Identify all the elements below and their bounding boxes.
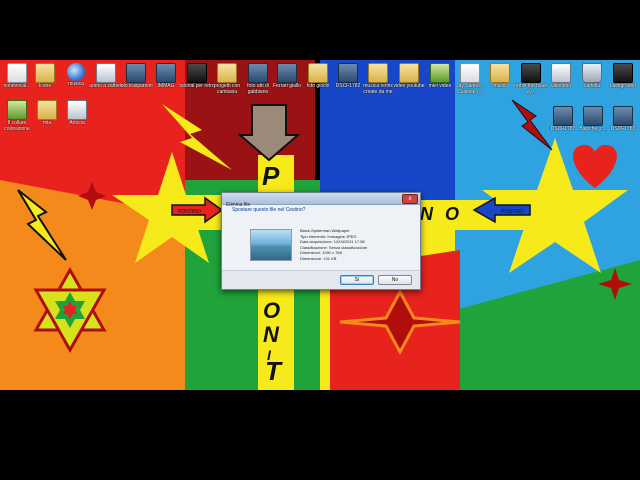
no-button[interactable]: No: [378, 275, 412, 285]
media-icon: [613, 63, 633, 83]
file-thumbnail: [250, 229, 292, 261]
photo-icon: [248, 63, 268, 83]
dialog-question: Spostare questo file nel Cestino?: [232, 207, 306, 213]
file-icon: [7, 63, 27, 83]
detail-date: Data acquisizione: 12/04/2011 17:58: [300, 239, 365, 244]
yes-button[interactable]: Sì: [340, 275, 374, 285]
file-icon: [460, 63, 480, 83]
folder-icon: [399, 63, 419, 83]
wallpaper-letter-o: O: [263, 298, 280, 323]
globe-icon: [67, 63, 85, 81]
arrow-label-right: PONTINO: [178, 209, 201, 215]
file-details: Black-Spiderman-Wallpaper Tipo elemento:…: [300, 228, 367, 261]
green-icon: [7, 100, 27, 120]
desktop-icon-label: Articoa: [69, 120, 85, 126]
folder-icon: [308, 63, 328, 83]
desktop-icon[interactable]: DSCF1783: [603, 106, 640, 132]
photo-icon: [338, 63, 358, 83]
green-icon: [430, 63, 450, 83]
wallpaper-letter-p: P: [262, 161, 280, 191]
app-icon: [67, 100, 87, 120]
photo-icon: [583, 106, 603, 126]
arrow-label-left: PONTINO: [501, 209, 524, 215]
dialog-close-button[interactable]: x: [402, 194, 418, 204]
dialog-titlebar[interactable]: Elimina file x: [222, 193, 420, 208]
desktop-icon[interactable]: Articoa: [57, 100, 97, 126]
app-icon: [96, 63, 116, 83]
photo-icon: [613, 106, 633, 126]
photo-icon: [156, 63, 176, 83]
folder-icon: [490, 63, 510, 83]
wallpaper-letter-n2: N: [420, 204, 434, 224]
folder-icon: [217, 63, 237, 83]
desktop-icon-label: DSCF1783: [610, 126, 636, 132]
dialog-button-bar: Sì No: [222, 270, 420, 289]
wallpaper-letter-n: N: [263, 322, 280, 347]
folder-icon: [368, 63, 388, 83]
bin-icon: [582, 63, 602, 83]
media-icon: [187, 63, 207, 83]
app-icon: [551, 63, 571, 83]
folder-icon: [37, 100, 57, 120]
delete-file-dialog: Elimina file x Spostare questo file nel …: [221, 192, 421, 290]
wallpaper-letter-o2: O: [445, 204, 459, 224]
photo-icon: [553, 106, 573, 126]
desktop-icon-label: background: [609, 83, 637, 89]
photo-icon: [277, 63, 297, 83]
folder-icon: [35, 63, 55, 83]
detail-size: Dimensione: 101 KB: [300, 255, 337, 261]
media-icon: [521, 63, 541, 83]
photo-icon: [126, 63, 146, 83]
desktop-icon[interactable]: background: [603, 63, 640, 89]
